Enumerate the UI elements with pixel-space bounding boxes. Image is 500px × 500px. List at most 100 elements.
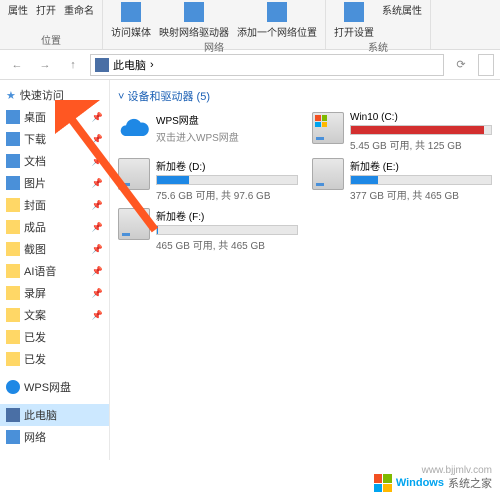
hdd-icon [118,208,150,240]
folder-icon [6,242,20,256]
network-icon [6,430,20,444]
sidebar-quick-access[interactable]: ★ 快速访问 [0,84,109,106]
settings-icon [344,2,364,22]
pc-icon [6,408,20,422]
content-pane: ˅ 设备和驱动器 (5) WPS网盘双击进入WPS网盘 Win10 (C:) 5.4… [110,80,500,460]
sidebar-item[interactable]: 录屏📌 [0,282,109,304]
pin-icon: 📌 [92,310,103,321]
refresh-button[interactable]: ⟳ [450,54,472,76]
windows-drive-icon [312,112,344,144]
drive-name: 新加卷 (E:) [350,158,492,173]
drive-name: 新加卷 (F:) [156,208,298,223]
drive-stats: 5.45 GB 可用, 共 125 GB [350,137,492,152]
drive-item[interactable]: 新加卷 (E:) 377 GB 可用, 共 465 GB [312,158,492,202]
pin-icon: 📌 [92,244,103,255]
sidebar-item[interactable]: 桌面📌 [0,106,109,128]
main: ★ 快速访问 桌面📌下载📌文档📌图片📌封面📌成品📌截图📌AI语音📌录屏📌文案📌已… [0,80,500,460]
watermark-url: www.bjjmlv.com [422,465,492,476]
folder-icon [6,264,20,278]
drive-stats: 377 GB 可用, 共 465 GB [350,187,492,202]
ribbon: 属性 打开 重命名 位置 访问媒体 映射网络驱动器 添加一个网络位置 网络 打开… [0,0,500,50]
usage-bar [156,225,298,235]
usage-bar [350,125,492,135]
folder-icon [6,352,20,366]
back-button[interactable]: ← [6,54,28,76]
star-icon: ★ [6,89,16,102]
drive-stats: 465 GB 可用, 共 465 GB [156,237,298,252]
pin-icon: 📌 [92,266,103,277]
drive-item[interactable]: 新加卷 (F:) 465 GB 可用, 共 465 GB [118,208,298,252]
ribbon-map-drive[interactable]: 映射网络驱动器 [159,2,229,39]
pin-icon: 📌 [92,200,103,211]
windows-logo-icon [374,474,392,492]
ribbon-settings[interactable]: 打开设置 [334,2,374,39]
nav-bar: ← → ↑ 此电脑 › ⟳ [0,50,500,80]
drives-grid: WPS网盘双击进入WPS网盘 Win10 (C:) 5.45 GB 可用, 共 12… [118,112,492,252]
media-icon [121,2,141,22]
folder-icon [6,330,20,344]
ribbon-open[interactable]: 打开 [36,2,56,17]
drive-name: Win10 (C:) [350,112,492,123]
ribbon-group-label: 位置 [41,32,61,47]
sidebar-network[interactable]: 网络 [0,426,109,448]
pin-icon: 📌 [92,112,103,123]
cloud-icon [118,112,150,144]
ribbon-rename[interactable]: 重命名 [64,2,94,17]
drive-item[interactable]: 新加卷 (D:)75.6 GB 可用, 共 97.6 GB [118,158,298,202]
hdd-icon [312,158,344,190]
sidebar-item[interactable]: AI语音📌 [0,260,109,282]
folder-icon [6,286,20,300]
ribbon-add-location[interactable]: 添加一个网络位置 [237,2,317,39]
usage-bar [350,175,492,185]
folder-icon [6,132,20,146]
add-location-icon [267,2,287,22]
pin-icon: 📌 [92,134,103,145]
ribbon-group-system: 打开设置 系统属性 系统 [326,0,431,49]
ribbon-media[interactable]: 访问媒体 [111,2,151,39]
hdd-icon [118,158,150,190]
sidebar-item[interactable]: 下载📌 [0,128,109,150]
ribbon-group-label: 网络 [204,39,224,54]
pin-icon: 📌 [92,288,103,299]
sidebar: ★ 快速访问 桌面📌下载📌文档📌图片📌封面📌成品📌截图📌AI语音📌录屏📌文案📌已… [0,80,110,460]
sidebar-item[interactable]: 已发 [0,348,109,370]
sidebar-item[interactable]: 封面📌 [0,194,109,216]
ribbon-sysprops[interactable]: 系统属性 [382,2,422,39]
sidebar-item[interactable]: 成品📌 [0,216,109,238]
breadcrumb-sep: › [150,59,154,71]
sidebar-wps[interactable]: WPS网盘 [0,376,109,398]
pin-icon: 📌 [92,222,103,233]
folder-icon [6,176,20,190]
drive-stats: 75.6 GB 可用, 共 97.6 GB [156,187,298,202]
sidebar-this-pc[interactable]: 此电脑 [0,404,109,426]
map-drive-icon [184,2,204,22]
sidebar-item[interactable]: 文档📌 [0,150,109,172]
sidebar-item[interactable]: 已发 [0,326,109,348]
drive-name: WPS网盘 [156,112,298,127]
ribbon-group-network: 访问媒体 映射网络驱动器 添加一个网络位置 网络 [103,0,326,49]
drive-item[interactable]: Win10 (C:) 5.45 GB 可用, 共 125 GB [312,112,492,152]
folder-icon [6,110,20,124]
pin-icon: 📌 [92,178,103,189]
cloud-icon [6,380,20,394]
forward-button[interactable]: → [34,54,56,76]
folder-icon [6,154,20,168]
breadcrumb[interactable]: 此电脑 › [90,54,444,76]
caret-icon: ˅ [118,91,124,103]
drive-sub: 双击进入WPS网盘 [156,129,298,144]
drive-item[interactable]: WPS网盘双击进入WPS网盘 [118,112,298,152]
sidebar-item[interactable]: 图片📌 [0,172,109,194]
usage-bar [156,175,298,185]
sidebar-item[interactable]: 文案📌 [0,304,109,326]
sidebar-item[interactable]: 截图📌 [0,238,109,260]
folder-icon [6,198,20,212]
folder-icon [6,308,20,322]
ribbon-properties[interactable]: 属性 [8,2,28,17]
search-input[interactable] [478,54,494,76]
section-header[interactable]: ˅ 设备和驱动器 (5) [118,88,492,104]
ribbon-group-location: 属性 打开 重命名 位置 [0,0,103,49]
breadcrumb-root: 此电脑 [113,57,146,73]
folder-icon [6,220,20,234]
up-button[interactable]: ↑ [62,54,84,76]
ribbon-group-label: 系统 [368,39,388,54]
